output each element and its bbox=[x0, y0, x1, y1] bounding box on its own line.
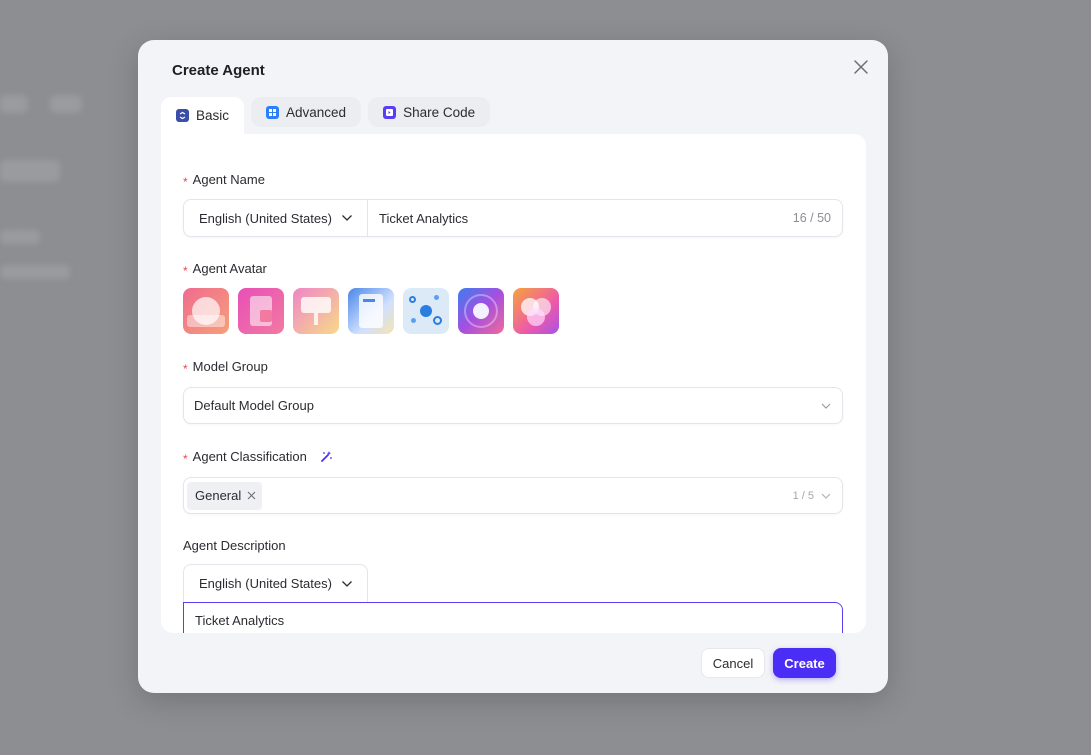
classification-counter: 1 / 5 bbox=[792, 489, 814, 502]
name-language-select[interactable]: English (United States) bbox=[184, 200, 368, 236]
background-blur bbox=[0, 95, 28, 113]
agent-classification-label: * Agent Classification bbox=[183, 449, 333, 466]
agent-description-textarea[interactable]: Ticket Analytics bbox=[183, 602, 843, 633]
cancel-button[interactable]: Cancel bbox=[701, 648, 765, 678]
basic-panel: * Agent Name English (United States) 16 … bbox=[161, 134, 866, 633]
chevron-down-icon bbox=[821, 493, 831, 499]
close-button[interactable] bbox=[850, 56, 872, 78]
code-icon bbox=[383, 105, 397, 119]
description-text: Ticket Analytics bbox=[195, 613, 285, 628]
language-value: English (United States) bbox=[199, 576, 332, 591]
tab-advanced[interactable]: Advanced bbox=[251, 97, 362, 127]
create-agent-dialog: Create Agent Basic Advanced Share Code *… bbox=[138, 40, 888, 693]
agent-avatar-label: * Agent Avatar bbox=[183, 261, 267, 278]
tab-label: Basic bbox=[196, 108, 230, 123]
avatar-option-7[interactable] bbox=[513, 288, 559, 334]
basic-icon bbox=[176, 109, 189, 122]
agent-name-field: English (United States) 16 / 50 bbox=[183, 199, 843, 237]
language-value: English (United States) bbox=[199, 210, 332, 226]
avatar-picker bbox=[183, 288, 559, 334]
avatar-option-4[interactable] bbox=[348, 288, 394, 334]
agent-classification-select[interactable]: General 1 / 5 bbox=[183, 477, 843, 514]
model-group-select[interactable]: Default Model Group bbox=[183, 387, 843, 424]
background-blur bbox=[0, 160, 60, 182]
label-text: Agent Description bbox=[183, 538, 286, 553]
chevron-down-icon bbox=[341, 580, 352, 587]
select-value: Default Model Group bbox=[194, 398, 314, 413]
avatar-option-5[interactable] bbox=[403, 288, 449, 334]
avatar-option-3[interactable] bbox=[293, 288, 339, 334]
label-text: Agent Classification bbox=[192, 449, 307, 464]
chevron-down-icon bbox=[341, 215, 352, 221]
label-text: Agent Avatar bbox=[192, 261, 267, 276]
agent-name-input[interactable] bbox=[368, 200, 793, 236]
magic-wand-icon[interactable] bbox=[319, 450, 333, 464]
close-icon[interactable] bbox=[247, 491, 256, 500]
tab-basic[interactable]: Basic bbox=[161, 97, 245, 134]
grid-icon bbox=[266, 105, 280, 119]
tab-label: Advanced bbox=[286, 104, 347, 120]
background-blur bbox=[0, 230, 40, 244]
tag-label: General bbox=[195, 488, 242, 503]
avatar-option-6[interactable] bbox=[458, 288, 504, 334]
chevron-down-icon bbox=[821, 403, 831, 409]
avatar-option-2[interactable] bbox=[238, 288, 284, 334]
tab-bar: Basic Advanced Share Code bbox=[161, 97, 491, 134]
close-icon bbox=[854, 60, 868, 74]
tab-label: Share Code bbox=[403, 104, 476, 120]
dialog-title: Create Agent bbox=[172, 62, 265, 79]
tab-share-code[interactable]: Share Code bbox=[368, 97, 491, 127]
agent-description-label: Agent Description bbox=[183, 538, 286, 553]
required-mark: * bbox=[183, 174, 188, 189]
agent-name-label: * Agent Name bbox=[183, 172, 265, 189]
model-group-label: * Model Group bbox=[183, 359, 268, 376]
background-blur bbox=[0, 265, 70, 279]
description-language-select[interactable]: English (United States) bbox=[183, 564, 368, 602]
label-text: Agent Name bbox=[192, 172, 265, 187]
classification-tag: General bbox=[187, 481, 263, 510]
required-mark: * bbox=[183, 263, 188, 278]
required-mark: * bbox=[183, 451, 188, 466]
name-char-counter: 16 / 50 bbox=[792, 211, 831, 225]
background-blur bbox=[50, 95, 82, 113]
required-mark: * bbox=[183, 361, 188, 376]
avatar-option-1[interactable] bbox=[183, 288, 229, 334]
label-text: Model Group bbox=[192, 359, 268, 374]
create-button[interactable]: Create bbox=[773, 648, 836, 678]
